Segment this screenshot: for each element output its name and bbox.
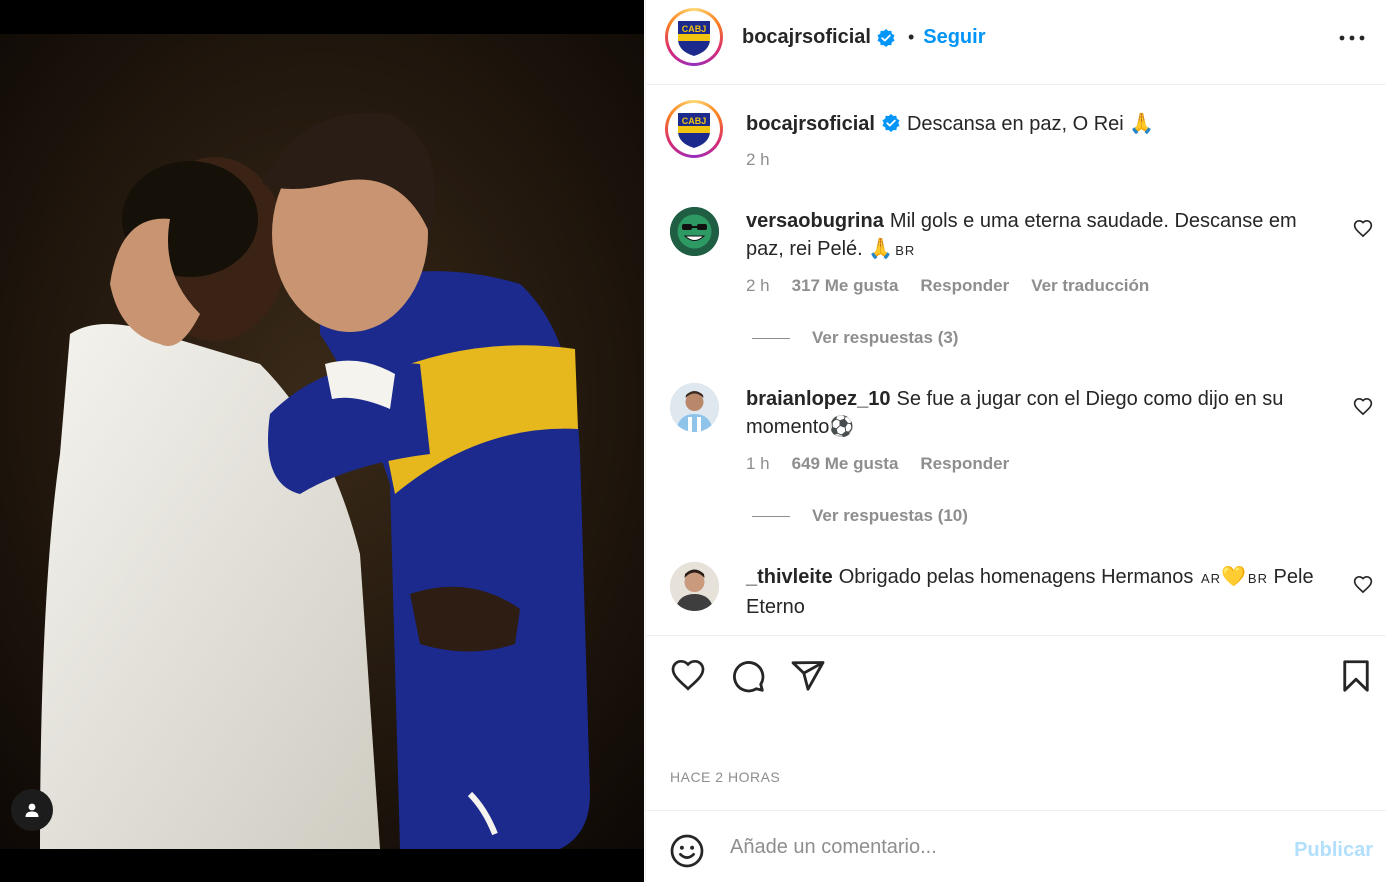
- comment-avatar[interactable]: [670, 562, 719, 611]
- comment-1: versaobugrina Mil gols e uma eterna sauda…: [746, 207, 1326, 265]
- follow-button[interactable]: Seguir: [923, 26, 985, 49]
- user-photo-avatar-icon: [670, 562, 719, 611]
- author-username[interactable]: bocajrsoficial: [742, 26, 871, 49]
- comment-username[interactable]: braianlopez_10: [746, 388, 891, 410]
- separator-dot: •: [907, 27, 915, 47]
- comment-like-icon[interactable]: [1353, 397, 1373, 417]
- heart-emoji: 💛: [1221, 566, 1246, 588]
- person-icon: [25, 803, 39, 817]
- reply-button[interactable]: Responder: [920, 454, 1009, 474]
- save-bookmark-icon[interactable]: [1338, 658, 1374, 694]
- comment-like-icon[interactable]: [1353, 219, 1373, 239]
- crest-text: CABJ: [682, 24, 707, 34]
- comment-2-meta: 1 h 649 Me gusta Responder: [746, 454, 1009, 474]
- tagged-users-button[interactable]: [11, 789, 53, 831]
- comment-username[interactable]: _thivleite: [746, 566, 833, 588]
- verified-badge-icon: [882, 114, 900, 132]
- flag-ar: AR: [1200, 571, 1221, 586]
- view-replies-label: Ver respuestas (3): [812, 328, 959, 347]
- post-media: [0, 0, 644, 882]
- emoji-icon[interactable]: [669, 833, 705, 869]
- comment-likes[interactable]: 317 Me gusta: [792, 276, 899, 296]
- comment-likes[interactable]: 649 Me gusta: [792, 454, 899, 474]
- comment-username[interactable]: versaobugrina: [746, 210, 884, 232]
- comment-input[interactable]: [730, 831, 1270, 863]
- view-replies-button[interactable]: Ver respuestas (3): [752, 328, 958, 348]
- comment-text: Obrigado pelas homenagens Hermanos: [838, 566, 1194, 588]
- crest-text: CABJ: [682, 116, 707, 126]
- flag-br: BR: [895, 243, 916, 258]
- publish-button[interactable]: Publicar: [1294, 839, 1373, 862]
- boca-crest-icon: CABJ: [678, 113, 710, 148]
- caption-avatar[interactable]: CABJ: [665, 100, 723, 158]
- translate-button[interactable]: Ver traducción: [1031, 276, 1149, 296]
- post-photo: [0, 34, 644, 849]
- replies-divider: [752, 337, 790, 339]
- caption-username[interactable]: bocajrsoficial: [746, 113, 875, 135]
- add-comment-bar: Publicar: [646, 810, 1386, 882]
- more-options-icon[interactable]: [1339, 28, 1365, 48]
- user-photo-avatar-icon: [670, 383, 719, 432]
- post-header: CABJ bocajrsoficial • Seguir: [646, 0, 1386, 85]
- comment-1-meta: 2 h 317 Me gusta Responder Ver traducció…: [746, 276, 1149, 296]
- replies-divider: [752, 515, 790, 517]
- caption: bocajrsoficial Descansa en paz, O Rei 🙏: [746, 110, 1154, 138]
- view-replies-button[interactable]: Ver respuestas (10): [752, 506, 968, 526]
- post-detail-panel: CABJ bocajrsoficial • Seguir CABJ bocajr…: [645, 0, 1386, 882]
- share-icon[interactable]: [790, 658, 826, 694]
- caption-time: 2 h: [746, 150, 770, 169]
- like-icon[interactable]: [670, 658, 706, 694]
- comment-like-icon[interactable]: [1353, 575, 1373, 595]
- caption-meta: 2 h: [746, 150, 770, 170]
- author-avatar[interactable]: CABJ: [665, 8, 723, 66]
- boca-crest-icon: CABJ: [678, 21, 710, 56]
- view-replies-label: Ver respuestas (10): [812, 506, 968, 525]
- caption-text: Descansa en paz, O Rei 🙏: [906, 113, 1155, 135]
- comment-icon[interactable]: [730, 658, 766, 694]
- comment-3: _thivleite Obrigado pelas homenagens Herm…: [746, 563, 1336, 621]
- comment-avatar[interactable]: [670, 383, 719, 432]
- post-time-label: HACE 2 HORAS: [670, 769, 781, 785]
- flag-br: BR: [1247, 571, 1268, 586]
- comment-time: 2 h: [746, 276, 770, 295]
- reply-button[interactable]: Responder: [920, 276, 1009, 296]
- comment-2: braianlopez_10 Se fue a jugar con el Dieg…: [746, 385, 1326, 441]
- smiley-sunglasses-avatar-icon: [670, 207, 719, 256]
- verified-badge-icon: [877, 28, 895, 47]
- post-actions: HACE 2 HORAS: [646, 635, 1386, 810]
- comment-time: 1 h: [746, 454, 770, 473]
- comment-avatar[interactable]: [670, 207, 719, 256]
